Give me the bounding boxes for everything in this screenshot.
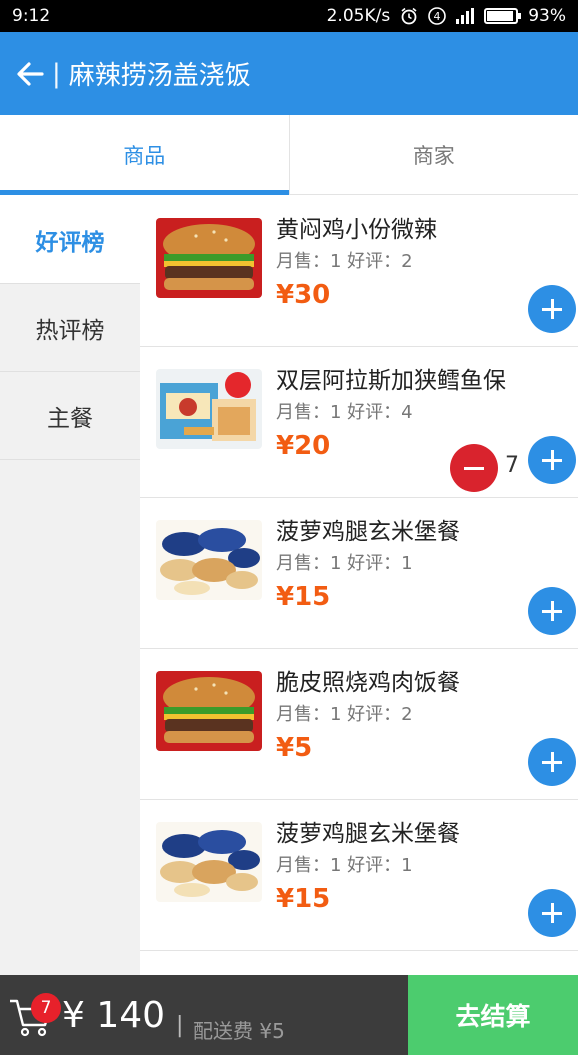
product-item[interactable]: 黄闷鸡小份微辣 月售：1 好评：2 ¥30 xyxy=(140,196,578,347)
product-price: ¥30 xyxy=(276,280,331,310)
cart-bar: 7 ¥ 140 | 配送费 ¥5 去结算 xyxy=(0,975,578,1055)
cart-count-badge: 7 xyxy=(31,993,61,1023)
product-item[interactable]: 菠萝鸡腿玄米堡餐 月售：1 好评：1 ¥15 xyxy=(140,800,578,951)
sim-4-icon: 4 xyxy=(428,7,447,25)
minus-icon[interactable] xyxy=(450,444,498,492)
app-header: | 麻辣捞汤盖浇饭 xyxy=(0,32,578,115)
arrow-left-icon[interactable] xyxy=(14,58,46,90)
product-price: ¥20 xyxy=(276,431,331,461)
product-name: 脆皮照烧鸡肉饭餐 xyxy=(276,670,460,696)
product-stats: 月售：1 好评：2 xyxy=(276,251,413,272)
product-image-burger xyxy=(156,671,262,751)
product-item[interactable]: 脆皮照烧鸡肉饭餐 月售：1 好评：2 ¥5 xyxy=(140,649,578,800)
product-image-cookie-tins xyxy=(156,520,262,600)
tab-bar: 商品 商家 xyxy=(0,115,578,195)
product-item[interactable]: 双层阿拉斯加狭鳕鱼保 月售：1 好评：4 ¥20 7 xyxy=(140,347,578,498)
product-price: ¥15 xyxy=(276,884,331,914)
category-hot-reviews[interactable]: 热评榜 xyxy=(0,284,140,372)
plus-icon[interactable] xyxy=(528,738,576,786)
product-price: ¥5 xyxy=(276,733,313,763)
status-time: 9:12 xyxy=(12,6,51,26)
svg-text:4: 4 xyxy=(434,10,441,23)
delivery-fee: 配送费 ¥5 xyxy=(193,1019,285,1043)
product-stats: 月售：1 好评：1 xyxy=(276,553,413,574)
checkout-button[interactable]: 去结算 xyxy=(408,975,578,1055)
category-sidebar: 好评榜 热评榜 主餐 xyxy=(0,196,140,975)
header-separator: | xyxy=(52,58,61,89)
product-stats: 月售：1 好评：2 xyxy=(276,704,413,725)
product-stats: 月售：1 好评：1 xyxy=(276,855,413,876)
signal-icon xyxy=(456,8,475,24)
cart-separator: | xyxy=(176,1013,184,1038)
cart-summary[interactable]: 7 ¥ 140 | 配送费 ¥5 xyxy=(0,975,408,1055)
product-image-cookie-tins xyxy=(156,822,262,902)
quantity-value: 7 xyxy=(505,453,519,478)
tab-merchant[interactable]: 商家 xyxy=(288,115,578,194)
battery-percent: 93% xyxy=(528,6,566,26)
plus-icon[interactable] xyxy=(528,889,576,937)
product-image-burger xyxy=(156,218,262,298)
alarm-icon xyxy=(401,7,417,25)
category-main-course[interactable]: 主餐 xyxy=(0,372,140,460)
status-bar: 9:12 2.05K/s 4 93% xyxy=(0,0,578,32)
product-name: 双层阿拉斯加狭鳕鱼保 xyxy=(276,368,506,394)
product-price: ¥15 xyxy=(276,582,331,612)
plus-icon[interactable] xyxy=(528,285,576,333)
product-list: 黄闷鸡小份微辣 月售：1 好评：2 ¥30 双层阿拉斯加狭鳕鱼保 月售：1 好评… xyxy=(140,196,578,975)
plus-icon[interactable] xyxy=(528,436,576,484)
category-top-rated[interactable]: 好评榜 xyxy=(0,196,140,284)
product-name: 菠萝鸡腿玄米堡餐 xyxy=(276,821,460,847)
battery-icon xyxy=(484,8,522,24)
page-title: 麻辣捞汤盖浇饭 xyxy=(68,61,251,91)
network-speed: 2.05K/s xyxy=(326,6,391,26)
product-name: 菠萝鸡腿玄米堡餐 xyxy=(276,519,460,545)
product-item[interactable]: 菠萝鸡腿玄米堡餐 月售：1 好评：1 ¥15 xyxy=(140,498,578,649)
tab-goods[interactable]: 商品 xyxy=(0,115,289,195)
product-stats: 月售：1 好评：4 xyxy=(276,402,413,423)
status-indicators: 2.05K/s 4 93% xyxy=(327,6,566,26)
cart-total: ¥ 140 xyxy=(62,995,166,1036)
plus-icon[interactable] xyxy=(528,587,576,635)
product-image-snack-box xyxy=(156,369,262,449)
product-name: 黄闷鸡小份微辣 xyxy=(276,217,437,243)
